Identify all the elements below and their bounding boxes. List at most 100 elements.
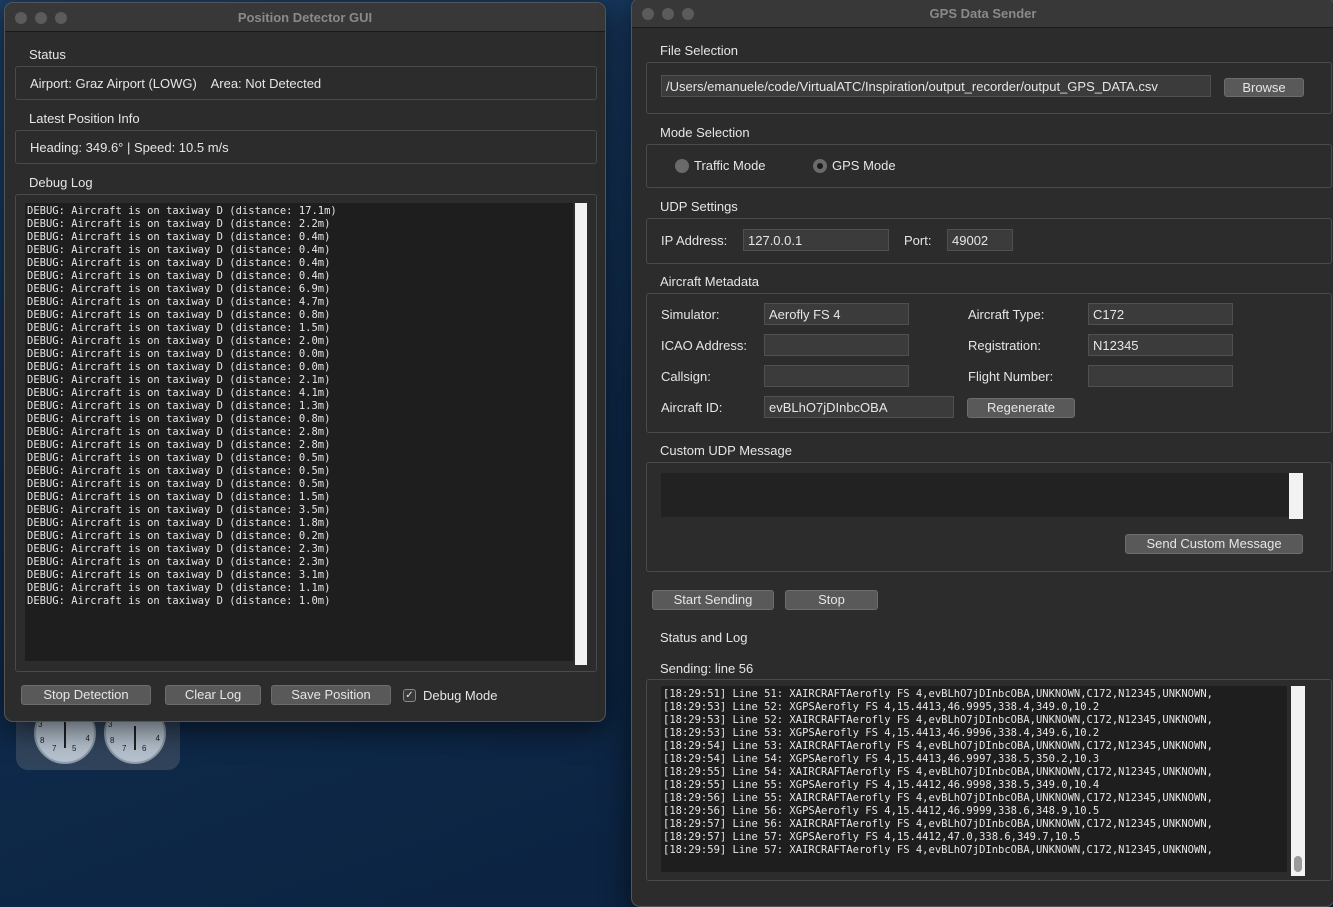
gauge-1-tick-7: 7 (52, 744, 57, 753)
status-log-scroll-thumb[interactable] (1294, 856, 1302, 872)
regenerate-button[interactable]: Regenerate (967, 398, 1075, 418)
mode-selection-label: Mode Selection (660, 125, 750, 140)
sending-status-text: Sending: line 56 (660, 661, 754, 676)
debug-log-line: DEBUG: Aircraft is on taxiway D (distanc… (27, 231, 331, 243)
debug-log-textarea[interactable]: DEBUG: Aircraft is on taxiway D (distanc… (25, 203, 573, 661)
debug-log-line: DEBUG: Aircraft is on taxiway D (distanc… (27, 491, 331, 503)
traffic-mode-label: Traffic Mode (694, 158, 766, 173)
ip-address-input[interactable]: 127.0.0.1 (743, 229, 889, 251)
debug-log-line: DEBUG: Aircraft is on taxiway D (distanc… (27, 257, 331, 269)
port-input[interactable]: 49002 (947, 229, 1013, 251)
debug-log-line: DEBUG: Aircraft is on taxiway D (distanc… (27, 504, 331, 516)
debug-mode-checkbox[interactable]: ✓ (403, 689, 416, 702)
window-title: Position Detector GUI (237, 10, 373, 25)
debug-log-line: DEBUG: Aircraft is on taxiway D (distanc… (27, 322, 331, 334)
stop-button[interactable]: Stop (785, 590, 878, 610)
aircraft-id-input[interactable]: evBLhO7jDInbcOBA (764, 396, 954, 418)
custom-message-scrollbar[interactable] (1289, 473, 1303, 519)
clear-log-button[interactable]: Clear Log (165, 685, 261, 705)
flight-number-input[interactable] (1088, 365, 1233, 387)
simulator-input[interactable]: Aerofly FS 4 (764, 303, 909, 325)
aircraft-metadata-frame: Simulator: Aerofly FS 4 Aircraft Type: C… (646, 293, 1332, 433)
debug-log-line: DEBUG: Aircraft is on taxiway D (distanc… (27, 569, 331, 581)
gps-mode-radio[interactable] (813, 159, 827, 173)
debug-log-line: DEBUG: Aircraft is on taxiway D (distanc… (27, 270, 331, 282)
gauge-2-tick-4: 4 (155, 734, 160, 743)
debug-log-line: DEBUG: Aircraft is on taxiway D (distanc… (27, 348, 331, 360)
debug-log-line: DEBUG: Aircraft is on taxiway D (distanc… (27, 543, 331, 555)
debug-log-scrollbar[interactable] (575, 203, 587, 665)
save-position-button[interactable]: Save Position (271, 685, 391, 705)
debug-log-line: DEBUG: Aircraft is on taxiway D (distanc… (27, 413, 331, 425)
debug-log-line: DEBUG: Aircraft is on taxiway D (distanc… (27, 452, 331, 464)
status-log-line: [18:29:56] Line 56: XGPSAerofly FS 4,15.… (663, 805, 1100, 817)
status-log-line: [18:29:54] Line 54: XGPSAerofly FS 4,15.… (663, 753, 1100, 765)
debug-log-content: DEBUG: Aircraft is on taxiway D (distanc… (25, 203, 573, 610)
debug-log-line: DEBUG: Aircraft is on taxiway D (distanc… (27, 283, 331, 295)
stop-detection-button[interactable]: Stop Detection (21, 685, 151, 705)
status-log-content: [18:29:51] Line 51: XAIRCRAFTAerofly FS … (661, 688, 1287, 857)
status-log-scrollbar[interactable] (1291, 686, 1305, 876)
debug-log-frame: DEBUG: Aircraft is on taxiway D (distanc… (15, 194, 597, 672)
debug-log-line: DEBUG: Aircraft is on taxiway D (distanc… (27, 439, 331, 451)
debug-log-line: DEBUG: Aircraft is on taxiway D (distanc… (27, 244, 331, 256)
send-custom-message-button[interactable]: Send Custom Message (1125, 534, 1303, 554)
custom-udp-frame: Send Custom Message (646, 462, 1332, 572)
debug-log-line: DEBUG: Aircraft is on taxiway D (distanc… (27, 335, 331, 347)
debug-log-line: DEBUG: Aircraft is on taxiway D (distanc… (27, 595, 331, 607)
debug-log-line: DEBUG: Aircraft is on taxiway D (distanc… (27, 400, 331, 412)
status-log-line: [18:29:56] Line 55: XAIRCRAFTAerofly FS … (663, 792, 1213, 804)
status-log-line: [18:29:55] Line 54: XAIRCRAFTAerofly FS … (663, 766, 1213, 778)
registration-input[interactable]: N12345 (1088, 334, 1233, 356)
file-selection-label: File Selection (660, 43, 739, 58)
file-path-input[interactable]: /Users/emanuele/code/VirtualATC/Inspirat… (661, 75, 1211, 97)
debug-log-line: DEBUG: Aircraft is on taxiway D (distanc… (27, 374, 331, 386)
gauge-1-tick-8: 8 (40, 736, 45, 745)
debug-log-line: DEBUG: Aircraft is on taxiway D (distanc… (27, 296, 331, 308)
debug-mode-label: Debug Mode (423, 688, 498, 703)
latest-position-frame: Heading: 349.6° | Speed: 10.5 m/s (15, 130, 597, 164)
debug-log-line: DEBUG: Aircraft is on taxiway D (distanc… (27, 205, 337, 217)
simulator-label: Simulator: (661, 307, 720, 322)
debug-log-line: DEBUG: Aircraft is on taxiway D (distanc… (27, 218, 331, 230)
custom-message-textarea[interactable] (661, 473, 1289, 517)
gauge-2-tick-8: 8 (110, 736, 115, 745)
debug-log-line: DEBUG: Aircraft is on taxiway D (distanc… (27, 361, 331, 373)
debug-log-line: DEBUG: Aircraft is on taxiway D (distanc… (27, 582, 331, 594)
position-detector-window: Position Detector GUI Status Airport: Gr… (4, 2, 606, 722)
debug-log-line: DEBUG: Aircraft is on taxiway D (distanc… (27, 387, 331, 399)
flight-number-label: Flight Number: (968, 369, 1054, 384)
status-log-line: [18:29:53] Line 52: XAIRCRAFTAerofly FS … (663, 714, 1213, 726)
status-log-line: [18:29:57] Line 57: XGPSAerofly FS 4,15.… (663, 831, 1081, 843)
gauge-2-tick-7: 7 (122, 744, 127, 753)
aircraft-metadata-label: Aircraft Metadata (660, 274, 759, 289)
titlebar: Position Detector GUI (5, 3, 605, 32)
start-sending-button[interactable]: Start Sending (652, 590, 774, 610)
icao-address-input[interactable] (764, 334, 909, 356)
file-selection-frame: /Users/emanuele/code/VirtualATC/Inspirat… (646, 62, 1332, 114)
traffic-mode-radio[interactable] (675, 159, 689, 173)
debug-log-line: DEBUG: Aircraft is on taxiway D (distanc… (27, 517, 331, 529)
ip-address-label: IP Address: (661, 233, 728, 248)
log-frame: [18:29:51] Line 51: XAIRCRAFTAerofly FS … (646, 679, 1332, 881)
aircraft-type-input[interactable]: C172 (1088, 303, 1233, 325)
udp-settings-label: UDP Settings (660, 199, 738, 214)
status-log-line: [18:29:51] Line 51: XAIRCRAFTAerofly FS … (663, 688, 1213, 700)
latest-position-text: Heading: 349.6° | Speed: 10.5 m/s (30, 140, 229, 155)
debug-log-line: DEBUG: Aircraft is on taxiway D (distanc… (27, 426, 331, 438)
udp-settings-frame: IP Address: 127.0.0.1 Port: 49002 (646, 218, 1332, 264)
status-log-line: [18:29:55] Line 55: XGPSAerofly FS 4,15.… (663, 779, 1100, 791)
debug-log-line: DEBUG: Aircraft is on taxiway D (distanc… (27, 530, 331, 542)
status-section-label: Status (29, 47, 66, 62)
gauge-1-tick-4: 4 (85, 734, 90, 743)
browse-button[interactable]: Browse (1224, 78, 1304, 97)
debug-log-line: DEBUG: Aircraft is on taxiway D (distanc… (27, 478, 331, 490)
status-log-textarea[interactable]: [18:29:51] Line 51: XAIRCRAFTAerofly FS … (661, 686, 1287, 872)
debug-log-label: Debug Log (29, 175, 93, 190)
titlebar: GPS Data Sender (632, 0, 1333, 28)
callsign-input[interactable] (764, 365, 909, 387)
latest-position-label: Latest Position Info (29, 111, 140, 126)
status-log-line: [18:29:53] Line 52: XGPSAerofly FS 4,15.… (663, 701, 1100, 713)
debug-log-line: DEBUG: Aircraft is on taxiway D (distanc… (27, 556, 331, 568)
gauge-1-tick-5: 5 (72, 744, 77, 753)
